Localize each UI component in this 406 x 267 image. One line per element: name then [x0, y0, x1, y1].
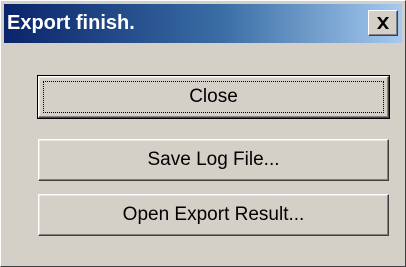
close-button[interactable]: Close [37, 75, 390, 119]
open-export-result-button-label: Open Export Result... [122, 204, 305, 225]
save-log-file-button-label: Save Log File... [147, 149, 280, 170]
window-title: Export finish. [7, 12, 135, 34]
window-close-button[interactable] [368, 10, 398, 36]
save-log-file-button[interactable]: Save Log File... [38, 139, 389, 181]
close-button-label: Close [189, 86, 238, 107]
export-finish-dialog: Export finish. Close Save Log File... Op… [0, 0, 406, 267]
title-bar: Export finish. [4, 4, 402, 43]
open-export-result-button[interactable]: Open Export Result... [38, 194, 389, 236]
close-icon [377, 17, 389, 29]
